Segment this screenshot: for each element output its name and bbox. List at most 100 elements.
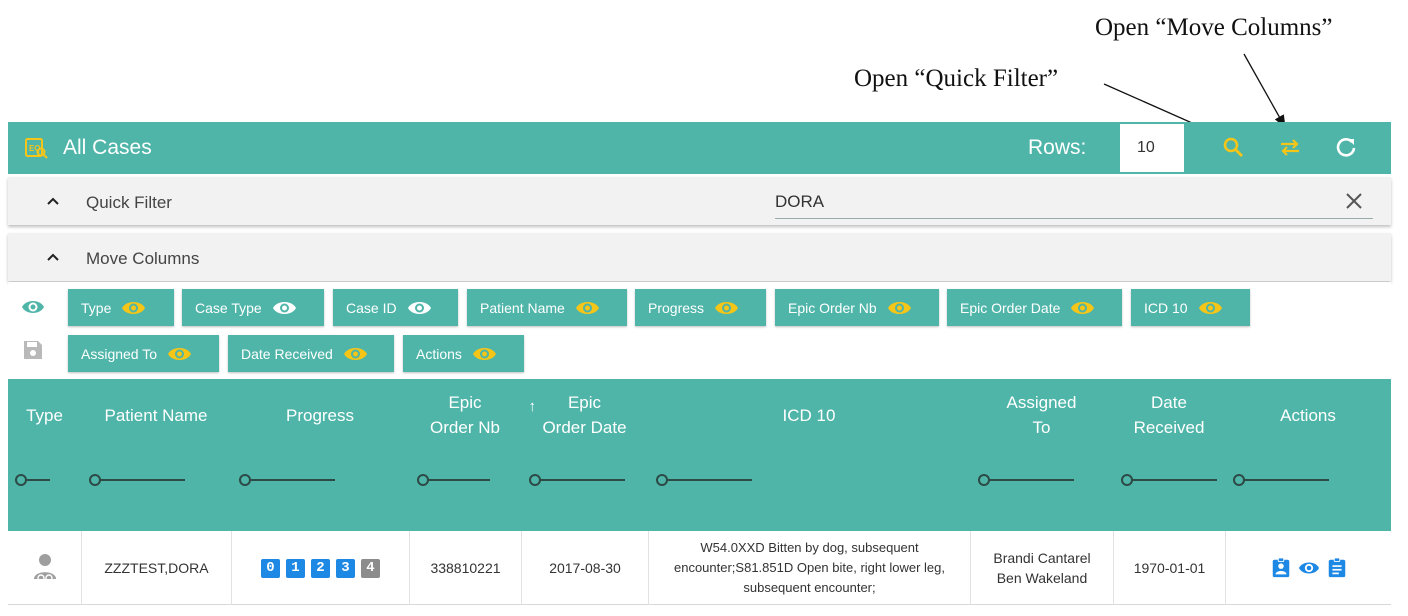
quick-filter-title: Quick Filter	[86, 193, 172, 212]
column-header-epic-order-nb[interactable]: Epic Order Nb	[409, 379, 521, 451]
chip-label: Actions	[416, 345, 462, 362]
progress-step[interactable]: 2	[311, 558, 330, 578]
column-chip-case-id[interactable]: Case ID	[333, 289, 458, 326]
patient-icon	[33, 554, 56, 582]
eye-icon[interactable]	[167, 344, 192, 364]
chip-label: Epic Order Date	[960, 299, 1061, 316]
eye-icon[interactable]	[121, 298, 146, 318]
chip-label: Date Received	[241, 345, 333, 362]
eye-icon[interactable]	[21, 295, 45, 319]
column-filter-slider[interactable]	[978, 474, 1074, 486]
slider-handle[interactable]	[417, 474, 429, 486]
slider-handle[interactable]	[1233, 474, 1245, 486]
column-filter-slider[interactable]	[417, 474, 490, 486]
chevron-up-icon[interactable]	[45, 193, 61, 209]
column-filter-slider[interactable]	[1233, 474, 1329, 486]
chevron-up-icon[interactable]	[45, 249, 61, 265]
clear-filter-icon[interactable]	[1344, 191, 1364, 211]
rows-label: Rows:	[1028, 136, 1087, 159]
eye-icon[interactable]	[714, 298, 739, 318]
refresh-icon[interactable]	[1334, 135, 1358, 159]
grid-toolbar: EQ All Cases Rows:	[8, 122, 1391, 174]
column-header-progress[interactable]: Progress	[231, 379, 409, 451]
grid-header: Type Patient Name Progress Epic Order Nb…	[8, 379, 1391, 531]
progress-step[interactable]: 3	[336, 558, 355, 578]
column-chip-date-received[interactable]: Date Received	[228, 335, 394, 372]
column-filter-slider[interactable]	[239, 474, 335, 486]
table-row[interactable]: ZZZTEST,DORA 0 1 2 3 4 338810221 2017-08…	[8, 531, 1391, 605]
progress-step[interactable]: 0	[261, 558, 280, 578]
move-columns-panel: Move Columns	[8, 233, 1391, 281]
column-chip-epic-order-nb[interactable]: Epic Order Nb	[775, 289, 939, 326]
slider-handle[interactable]	[15, 474, 27, 486]
eye-icon[interactable]	[887, 298, 912, 318]
chip-label: Assigned To	[81, 345, 158, 362]
slider-handle[interactable]	[978, 474, 990, 486]
quick-filter-panel: Quick Filter	[8, 177, 1391, 225]
progress-step[interactable]: 1	[286, 558, 305, 578]
eye-icon[interactable]	[1198, 298, 1223, 318]
column-filter-slider[interactable]	[15, 474, 50, 486]
eye-icon[interactable]	[407, 298, 432, 318]
clipboard-icon[interactable]	[1326, 557, 1348, 579]
view-icon[interactable]	[1298, 557, 1320, 579]
eye-icon[interactable]	[272, 298, 297, 318]
swap-columns-icon[interactable]	[1278, 135, 1302, 159]
column-chip-assigned-to[interactable]: Assigned To	[68, 335, 219, 372]
column-chip-actions[interactable]: Actions	[403, 335, 524, 372]
eye-icon[interactable]	[1070, 298, 1095, 318]
cell-date-received: 1970-01-01	[1113, 531, 1225, 605]
column-filter-slider[interactable]	[89, 474, 185, 486]
column-filter-slider[interactable]	[529, 474, 625, 486]
column-chip-icd-10[interactable]: ICD 10	[1131, 289, 1250, 326]
assignment-ind-icon[interactable]	[1270, 557, 1292, 579]
slider-handle[interactable]	[656, 474, 668, 486]
column-header-type[interactable]: Type	[8, 379, 81, 451]
slider-handle[interactable]	[529, 474, 541, 486]
chip-label: Epic Order Nb	[788, 299, 877, 316]
cell-patient-name: ZZZTEST,DORA	[81, 531, 231, 605]
save-icon[interactable]	[21, 338, 45, 362]
column-chip-progress[interactable]: Progress	[635, 289, 766, 326]
column-filter-slider[interactable]	[1121, 474, 1217, 486]
eye-icon[interactable]	[472, 344, 497, 364]
cell-assigned-to: Brandi Cantarel Ben Wakeland	[970, 531, 1113, 605]
cell-epic-order-date: 2017-08-30	[521, 531, 648, 605]
column-filter-slider[interactable]	[656, 474, 752, 486]
sort-ascending-icon[interactable]: ↑	[528, 394, 536, 419]
column-header-actions[interactable]: Actions	[1225, 379, 1391, 451]
quick-filter-callout: Open “Quick Filter”	[854, 65, 1059, 92]
page-title: All Cases	[63, 136, 152, 159]
rows-per-page-input[interactable]	[1120, 124, 1184, 172]
column-header-patient-name[interactable]: Patient Name	[81, 379, 231, 451]
chip-label: Case ID	[346, 299, 397, 316]
chip-label: Patient Name	[480, 299, 565, 316]
move-columns-title: Move Columns	[86, 249, 200, 268]
column-header-date-received[interactable]: Date Received	[1113, 379, 1225, 451]
move-columns-area: Type Case Type Case ID Patient Name Prog…	[8, 282, 1391, 379]
cell-actions	[1225, 531, 1391, 605]
cell-type	[8, 531, 81, 605]
column-header-assigned-to[interactable]: Assigned To	[970, 379, 1113, 451]
column-chip-case-type[interactable]: Case Type	[182, 289, 324, 326]
progress-step[interactable]: 4	[361, 558, 380, 578]
slider-handle[interactable]	[1121, 474, 1133, 486]
cell-progress: 0 1 2 3 4	[231, 531, 409, 605]
eye-icon[interactable]	[575, 298, 600, 318]
cell-epic-order-nb: 338810221	[409, 531, 521, 605]
chip-label: Type	[81, 299, 112, 316]
search-icon[interactable]	[1221, 135, 1245, 159]
column-chip-epic-order-date[interactable]: Epic Order Date	[947, 289, 1122, 326]
move-columns-callout: Open “Move Columns”	[1095, 14, 1333, 41]
column-header-icd-10[interactable]: ICD 10	[648, 379, 970, 451]
move-columns-arrow	[1243, 53, 1286, 129]
quick-filter-input[interactable]	[775, 185, 1373, 219]
slider-handle[interactable]	[89, 474, 101, 486]
eye-icon[interactable]	[343, 344, 368, 364]
column-chip-type[interactable]: Type	[68, 289, 174, 326]
column-chip-patient-name[interactable]: Patient Name	[467, 289, 627, 326]
slider-handle[interactable]	[239, 474, 251, 486]
chip-label: Progress	[648, 299, 705, 316]
case-list-logo-icon: EQ	[25, 138, 48, 159]
column-header-epic-order-date[interactable]: ↑ Epic Order Date	[521, 379, 648, 451]
